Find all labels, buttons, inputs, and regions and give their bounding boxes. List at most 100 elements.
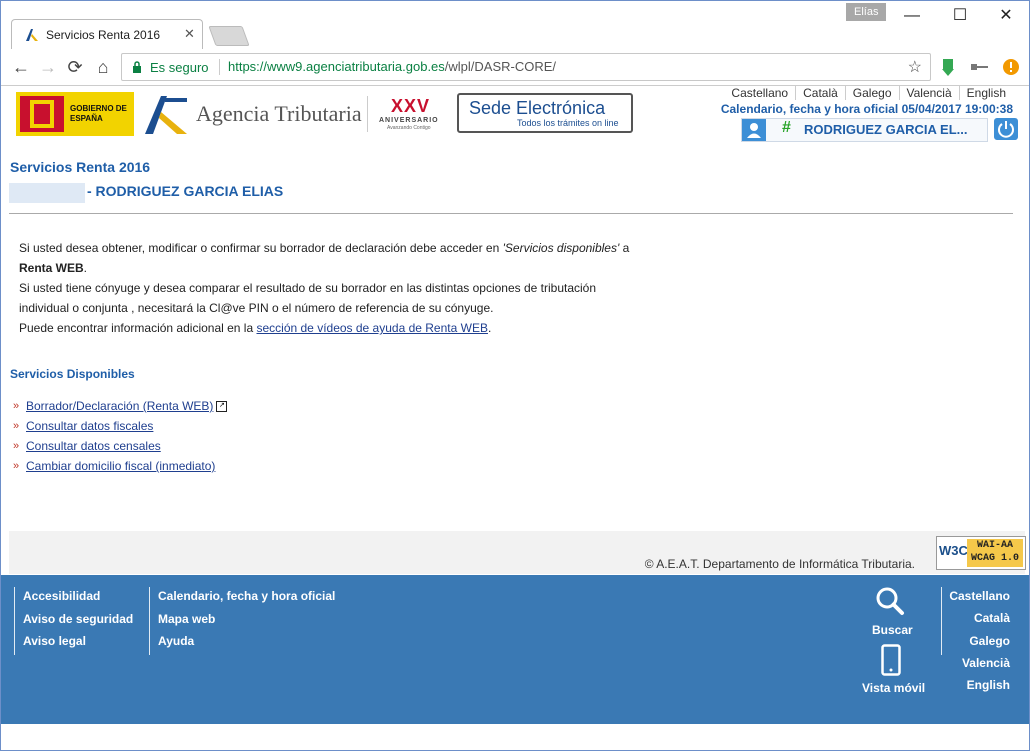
service-link-domicilio[interactable]: Cambiar domicilio fiscal (inmediato): [26, 459, 215, 473]
xxv-mark: XXV: [391, 96, 431, 116]
intro-p1-text: Si usted desea obtener, modificar o conf…: [19, 241, 503, 255]
lang-valencia-link[interactable]: Valencià: [898, 86, 959, 100]
gobierno-espana-logo[interactable]: GOBIERNO DE ESPAÑA: [16, 92, 134, 136]
user-name: RODRIGUEZ GARCIA EL...: [804, 122, 968, 137]
intro-renta-web: Renta WEB: [19, 261, 84, 275]
url-host: https://www9.agenciatributaria.gob.es: [228, 59, 445, 74]
footer-divider: [149, 587, 150, 655]
help-videos-link[interactable]: sección de vídeos de ayuda de Renta WEB: [256, 321, 487, 335]
lock-icon: [133, 61, 141, 73]
wcag-line1: WAI-AA: [976, 540, 1013, 551]
close-window-icon[interactable]: ✕: [983, 1, 1029, 31]
official-calendar-link[interactable]: Calendario, fecha y hora oficial 05/04/2…: [721, 102, 1013, 116]
footer-search-label[interactable]: Buscar: [872, 623, 913, 637]
intro-p3-end: .: [487, 321, 492, 335]
bullet-arrow-icon: »: [13, 440, 20, 452]
agency-name[interactable]: Agencia Tributaria: [196, 101, 362, 127]
w3c-logo: W3C: [939, 543, 968, 558]
copyright-text: © A.E.A.T. Departamento de Informática T…: [644, 557, 915, 571]
footer-language-list: Castellano Català Galego Valencià Englis…: [949, 585, 1010, 696]
header-divider: [367, 96, 368, 132]
footer-col-2: Calendario, fecha y hora oficial Mapa we…: [158, 585, 335, 653]
aniversario-text: ANIVERSARIO: [379, 117, 439, 124]
service-link-datos-censales[interactable]: Consultar datos censales: [26, 439, 161, 453]
mobile-phone-icon[interactable]: [881, 644, 901, 676]
home-icon[interactable]: ⌂: [91, 55, 115, 79]
reload-icon[interactable]: ⟳: [63, 55, 87, 79]
user-identity-bar[interactable]: # RODRIGUEZ GARCIA EL...: [741, 118, 988, 142]
footer-divider: [941, 587, 942, 655]
footer-aviso-legal-link[interactable]: Aviso legal: [23, 630, 133, 653]
wcag-line2: WCAG 1.0: [970, 553, 1019, 564]
gobierno-logo-text: GOBIERNO DE ESPAÑA: [70, 104, 127, 123]
back-arrow-icon[interactable]: ←: [9, 55, 33, 79]
lang-catala-link[interactable]: Català: [795, 86, 845, 100]
service-link-datos-fiscales[interactable]: Consultar datos fiscales: [26, 419, 153, 433]
search-icon[interactable]: [875, 586, 905, 616]
maximize-icon[interactable]: ☐: [937, 1, 983, 31]
url-text: https://www9.agenciatributaria.gob.es/wl…: [228, 59, 556, 74]
web-page: GOBIERNO DE ESPAÑA Agencia Tributaria XX…: [1, 86, 1029, 750]
footer-ayuda-link[interactable]: Ayuda: [158, 630, 335, 653]
lang-galego-link[interactable]: Galego: [844, 86, 899, 100]
footer-mapa-web-link[interactable]: Mapa web: [158, 608, 335, 631]
browser-toolbar: ← → ⟳ ⌂ Es seguro https://www9.agenciatr…: [1, 49, 1029, 86]
taxpayer-name: - RODRIGUEZ GARCIA ELIAS: [87, 183, 284, 199]
minimize-icon[interactable]: —: [889, 1, 935, 31]
bookmark-star-icon[interactable]: ☆: [908, 57, 922, 77]
copyright-band: © A.E.A.T. Departamento de Informática T…: [9, 531, 1026, 574]
hash-icon: #: [782, 119, 791, 136]
extension-download-icon[interactable]: [941, 59, 955, 77]
list-item: » Borrador/Declaración (Renta WEB) ↗: [13, 396, 228, 416]
list-item: » Consultar datos fiscales: [13, 416, 227, 436]
sede-title: Sede Electrónica: [469, 98, 606, 118]
update-alert-icon[interactable]: [1003, 59, 1019, 75]
footer-lang-english[interactable]: English: [949, 674, 1010, 696]
intro-p1-italic: 'Servicios disponibles': [502, 241, 620, 255]
bullet-arrow-icon: »: [13, 420, 20, 432]
tab-close-icon[interactable]: ✕: [184, 26, 195, 42]
aniversario-subtext: Avanzando Contigo: [387, 125, 431, 131]
language-selector-top: Castellano Català Galego Valencià English: [724, 86, 1013, 100]
w3c-wai-badge[interactable]: W3C WAI-AA WCAG 1.0: [936, 536, 1026, 570]
bullet-arrow-icon: »: [13, 460, 20, 472]
footer-mobile-view-label[interactable]: Vista móvil: [862, 681, 925, 695]
address-separator: [219, 59, 220, 75]
lang-castellano-link[interactable]: Castellano: [724, 86, 795, 100]
bullet-arrow-icon: »: [13, 400, 20, 412]
content-divider: [9, 213, 1013, 214]
footer-col-1: Accesibilidad Aviso de seguridad Aviso l…: [23, 585, 133, 653]
address-bar[interactable]: Es seguro https://www9.agenciatributaria…: [121, 53, 931, 81]
user-icon[interactable]: [742, 119, 766, 141]
aeat-logo-icon[interactable]: [143, 94, 189, 136]
browser-tab[interactable]: Servicios Renta 2016 ✕: [11, 19, 203, 49]
extension-key-icon[interactable]: [971, 62, 989, 72]
url-path: /wlpl/DASR-CORE/: [444, 59, 557, 74]
footer-lang-castellano[interactable]: Castellano: [949, 585, 1010, 607]
intro-p1-text-b: a: [619, 241, 630, 255]
intro-p2-text: Si usted tiene cónyuge y desea comparar …: [19, 281, 597, 315]
wcag-badge: WAI-AA WCAG 1.0: [967, 539, 1023, 567]
footer-lang-catala[interactable]: Català: [949, 607, 1010, 629]
forward-arrow-icon[interactable]: →: [36, 55, 60, 79]
sede-subtitle: Todos los trámites on line: [517, 118, 619, 128]
footer-lang-galego[interactable]: Galego: [949, 630, 1010, 652]
secure-label: Es seguro: [150, 60, 209, 75]
tab-title: Servicios Renta 2016: [46, 28, 161, 42]
external-link-icon: ↗: [216, 401, 228, 413]
spain-coat-of-arms-icon: [20, 96, 64, 132]
sede-electronica-button[interactable]: Sede Electrónica Todos los trámites on l…: [457, 93, 633, 133]
footer-aviso-seguridad-link[interactable]: Aviso de seguridad: [23, 608, 133, 631]
browser-window: Servicios Renta 2016 ✕ Elías — ☐ ✕ ← → ⟳…: [0, 0, 1030, 751]
logout-power-icon[interactable]: [994, 118, 1018, 140]
footer-lang-valencia[interactable]: Valencià: [949, 652, 1010, 674]
new-tab-button[interactable]: [208, 26, 250, 46]
intro-text: Si usted desea obtener, modificar o conf…: [19, 238, 639, 338]
service-link-borrador[interactable]: Borrador/Declaración (Renta WEB): [26, 399, 213, 413]
footer-calendario-link[interactable]: Calendario, fecha y hora oficial: [158, 585, 335, 608]
lang-english-link[interactable]: English: [958, 86, 1013, 100]
profile-chip[interactable]: Elías: [846, 3, 887, 21]
list-item: » Cambiar domicilio fiscal (inmediato): [13, 456, 227, 476]
services-heading: Servicios Disponibles: [10, 367, 135, 381]
footer-accesibilidad-link[interactable]: Accesibilidad: [23, 585, 133, 608]
